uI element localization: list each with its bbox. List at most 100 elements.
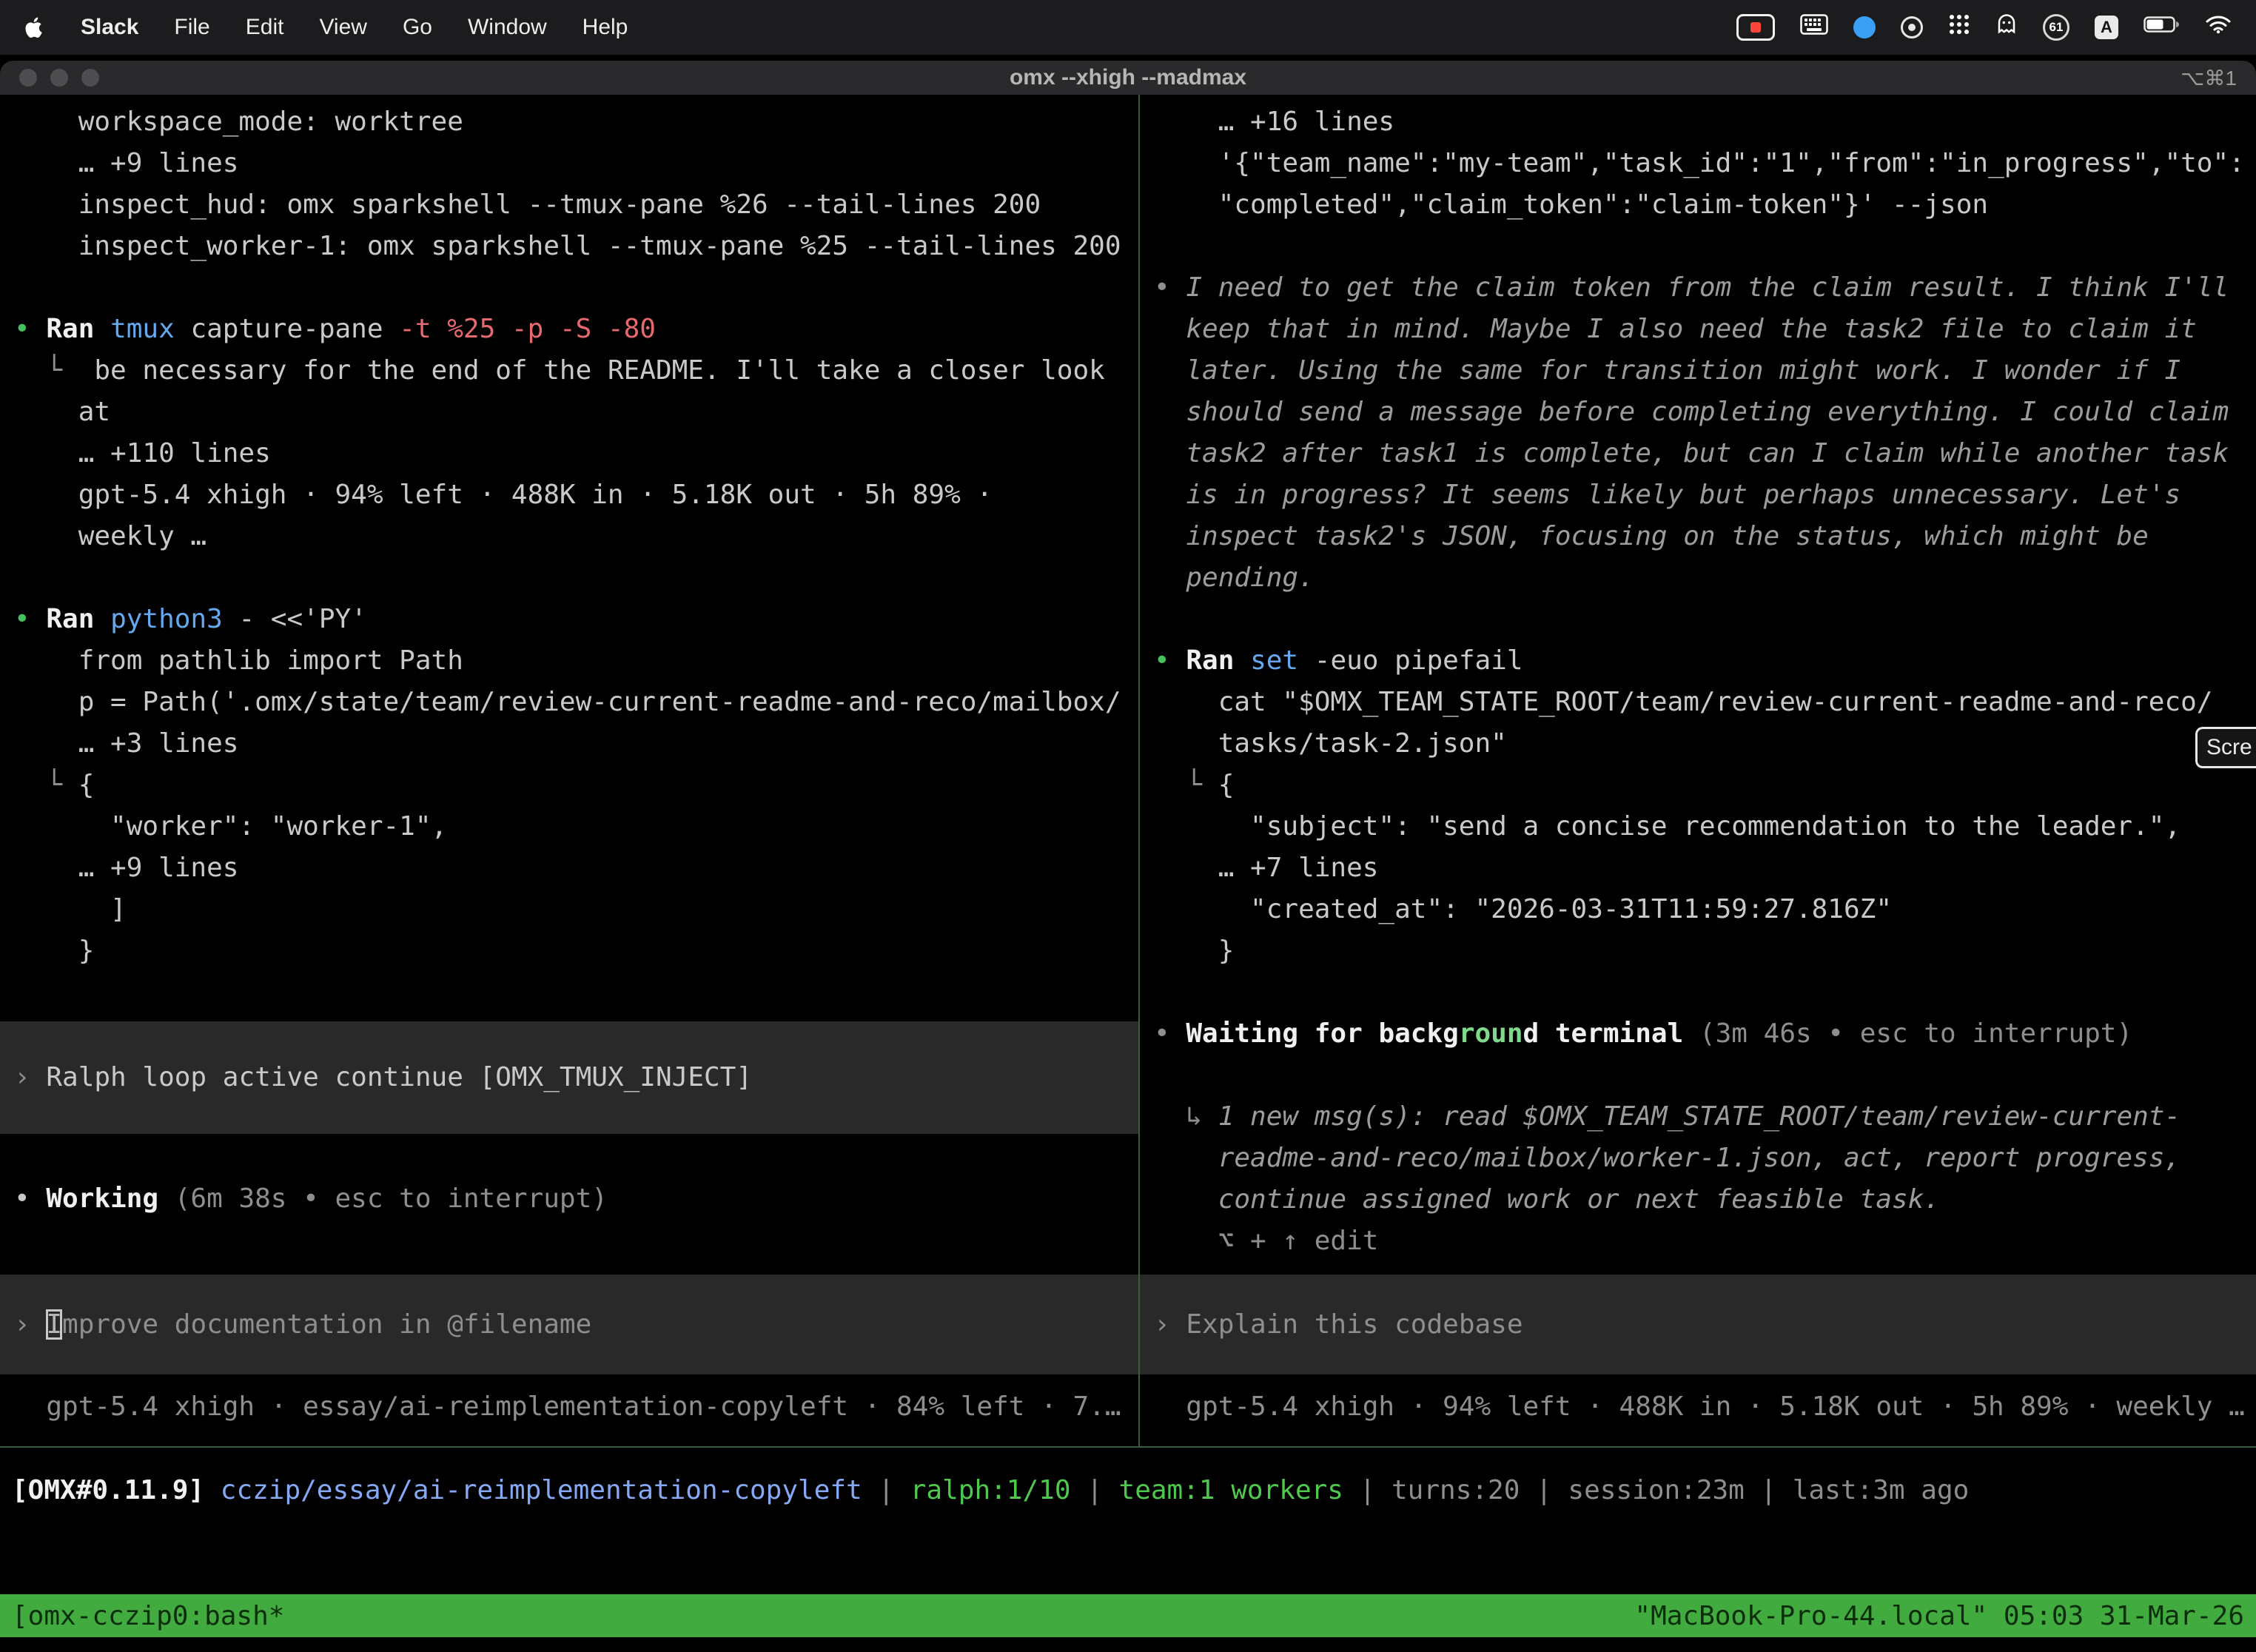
apple-menu-icon[interactable]	[25, 16, 45, 39]
minimize-button[interactable]	[50, 69, 68, 87]
battery-icon[interactable]	[2143, 15, 2181, 40]
terminal-text: └	[14, 355, 78, 386]
terminal-line: └ {	[14, 765, 1138, 806]
app-grid-icon[interactable]	[1948, 13, 1970, 41]
prompt-suggestion-right[interactable]: › Explain this codebase	[1140, 1275, 2256, 1374]
terminal-text: … +16 lines	[1154, 107, 1394, 137]
terminal-text: •	[1154, 1018, 1186, 1049]
menu-item-view[interactable]: View	[319, 15, 366, 40]
working-indicator: • Working (6m 38s • esc to interrupt)	[0, 1178, 608, 1220]
terminal-line: gpt-5.4 xhigh · 94% left · 488K in · 5.1…	[1154, 1386, 2245, 1428]
close-button[interactable]	[19, 69, 37, 87]
ghost-app-icon[interactable]	[1995, 13, 2018, 41]
terminal-text: |	[1745, 1475, 1793, 1505]
window-title: omx --xhigh --madmax	[1010, 65, 1246, 90]
menu-item-app[interactable]: Slack	[81, 15, 138, 40]
terminal-text: ]	[14, 894, 127, 924]
window-controls	[19, 61, 99, 95]
terminal-text: … +110 lines	[14, 438, 271, 469]
menu-item-window[interactable]: Window	[468, 15, 547, 40]
tmux-session-label: [omx-cczip0:bash*	[12, 1601, 284, 1631]
terminal-line: weekly …	[14, 516, 1138, 557]
terminal-text: '{"team_name":"my-team","task_id":"1","f…	[1154, 148, 2245, 178]
terminal-text: d terminal	[1523, 1018, 1699, 1049]
terminal-text: 1 new msg(s): read $OMX_TEAM_STATE_ROOT/…	[1218, 1101, 2181, 1132]
menu-item-file[interactable]: File	[174, 15, 209, 40]
screen-tooltip: Scre	[2195, 727, 2256, 768]
terminal-text: •	[1154, 645, 1186, 676]
terminal-line: inspect_worker-1: omx sparkshell --tmux-…	[14, 226, 1138, 267]
terminal-text: is in progress? It seems likely but perh…	[1154, 480, 2181, 510]
menu-item-edit[interactable]: Edit	[246, 15, 284, 40]
terminal-line: p = Path('.omx/state/team/review-current…	[14, 682, 1138, 723]
terminal-text: Ran	[46, 314, 110, 344]
terminal-line	[1154, 1055, 2256, 1096]
blue-app-icon[interactable]	[1853, 16, 1876, 38]
terminal-text: Explain this codebase	[1186, 1309, 1523, 1340]
round-app-icon[interactable]	[1901, 16, 1923, 38]
zoom-button[interactable]	[81, 69, 99, 87]
screen-recording-indicator[interactable]	[1736, 14, 1775, 41]
terminal-line	[1154, 226, 2256, 267]
terminal-text: turns:20	[1391, 1475, 1520, 1505]
terminal-text: tasks/task-2.json"	[1154, 728, 1507, 759]
terminal-text: weekly …	[14, 521, 207, 551]
terminal-text: - <<'PY'	[223, 604, 367, 634]
terminal-line: }	[1154, 930, 2256, 972]
terminal-line: readme-and-reco/mailbox/worker-1.json, a…	[1154, 1138, 2256, 1179]
input-source-icon[interactable]: A	[2095, 16, 2118, 39]
pane-bottom-divider	[0, 1446, 2256, 1448]
prompt-suggestion-left[interactable]: › Improve documentation in @filename	[0, 1275, 1138, 1374]
terminal-text: •	[14, 314, 46, 344]
terminal-line: … +9 lines	[14, 847, 1138, 889]
terminal-line: "created_at": "2026-03-31T11:59:27.816Z"	[1154, 889, 2256, 930]
terminal-line: should send a message before completing …	[1154, 392, 2256, 433]
window-shortcut: ⌥⌘1	[2181, 61, 2237, 95]
terminal-line: • I need to get the claim token from the…	[1154, 267, 2256, 309]
right-pane-output: … +16 lines '{"team_name":"my-team","tas…	[1140, 95, 2256, 1262]
terminal-text: ↳	[1154, 1101, 1218, 1132]
terminal-text: {	[78, 770, 95, 800]
terminal-text: cczip/essay/ai-reimplementation-copyleft	[221, 1475, 862, 1505]
ralph-status-band: › Ralph loop active continue [OMX_TMUX_I…	[0, 1021, 1138, 1134]
tmux-status-bar: [omx-cczip0:bash* "MacBook-Pro-44.local"…	[0, 1594, 2256, 1637]
terminal-text: •	[14, 604, 46, 634]
terminal-text: continue assigned work or next feasible …	[1154, 1184, 1940, 1215]
terminal-line: └ {	[1154, 765, 2256, 806]
battery-percent-badge[interactable]: 61	[2043, 14, 2069, 41]
terminal-text: I	[46, 1309, 62, 1340]
terminal-line: [OMX#0.11.9] cczip/essay/ai-reimplementa…	[12, 1470, 1969, 1511]
keyboard-icon[interactable]	[1800, 14, 1828, 41]
menu-item-help[interactable]: Help	[583, 15, 628, 40]
terminal-text: |	[1520, 1475, 1568, 1505]
terminal-line: keep that in mind. Maybe I also need the…	[1154, 309, 2256, 350]
terminal-text: task2 after task1 is complete, but can I…	[1154, 438, 2229, 469]
terminal-line: from pathlib import Path	[14, 640, 1138, 682]
terminal-text: pending.	[1154, 563, 1315, 593]
terminal-line: └ be necessary for the end of the README…	[14, 350, 1138, 392]
terminal-text: at	[14, 397, 110, 427]
terminal-text: cat "$OMX_TEAM_STATE_ROOT/team/review-cu…	[1154, 687, 2212, 717]
terminal-line: at	[14, 392, 1138, 433]
wifi-icon[interactable]	[2206, 15, 2231, 40]
terminal-line: "subject": "send a concise recommendatio…	[1154, 806, 2256, 847]
menu-item-go[interactable]: Go	[403, 15, 432, 40]
right-pane[interactable]: … +16 lines '{"team_name":"my-team","tas…	[1140, 95, 2256, 1446]
terminal-content: workspace_mode: worktree … +9 lines insp…	[0, 95, 2256, 1652]
window-titlebar[interactable]: omx --xhigh --madmax ⌥⌘1	[0, 61, 2256, 95]
menu-bar: Slack File Edit View Go Window Help 61 A	[0, 0, 2256, 55]
terminal-text: Working	[46, 1183, 158, 1214]
terminal-line: ]	[14, 889, 1138, 930]
terminal-text: "subject": "send a concise recommendatio…	[1154, 811, 2181, 842]
left-pane[interactable]: workspace_mode: worktree … +9 lines insp…	[0, 95, 1138, 1446]
terminal-line: • Waiting for background terminal (3m 46…	[1154, 1013, 2256, 1055]
terminal-text: }	[1154, 936, 1234, 966]
terminal-text: inspect_hud: omx sparkshell --tmux-pane …	[14, 189, 1041, 220]
terminal-text: be necessary for the end of the README. …	[78, 355, 1105, 386]
terminal-line	[14, 557, 1138, 599]
terminal-text: session:23m	[1568, 1475, 1744, 1505]
terminal-text: mprove documentation in @filename	[62, 1309, 591, 1340]
terminal-text: •	[1154, 272, 1186, 303]
terminal-line: }	[14, 930, 1138, 972]
terminal-line: › Improve documentation in @filename	[14, 1304, 591, 1346]
